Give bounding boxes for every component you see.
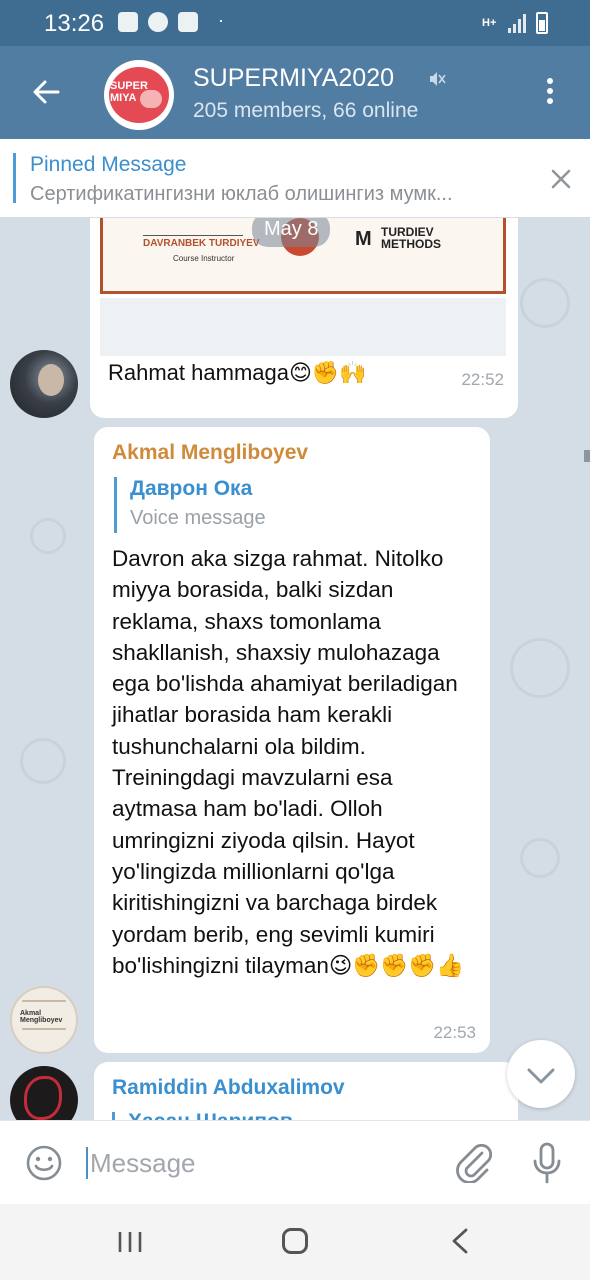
message-bubble[interactable]: Ramiddin Abduxalimov Хасан Шарипов — [94, 1062, 518, 1120]
home-button[interactable] — [282, 1228, 308, 1254]
more-options-button[interactable] — [540, 78, 560, 108]
voice-record-button[interactable] — [530, 1141, 564, 1185]
avatar[interactable] — [10, 350, 78, 418]
scrollbar[interactable] — [584, 450, 590, 462]
text-caret — [86, 1147, 88, 1179]
arrow-left-icon — [33, 80, 60, 104]
pinned-title: Pinned Message — [30, 153, 187, 176]
microphone-icon — [533, 1142, 561, 1184]
group-avatar[interactable]: SUPER MIYA — [104, 60, 174, 130]
paperclip-icon — [456, 1143, 493, 1184]
gallery-icon — [118, 12, 138, 32]
message-bubble[interactable]: DAVRANBEK TURDIYEV Course Instructor M T… — [90, 218, 518, 418]
close-icon[interactable] — [548, 166, 574, 192]
status-bar: 13:26 · H+ — [0, 0, 590, 46]
signature — [143, 218, 243, 236]
back-nav-button[interactable] — [448, 1226, 472, 1256]
reply-author[interactable]: Хасан Шарипов — [128, 1110, 293, 1120]
avatar[interactable]: Akmal Mengliboyev — [10, 986, 78, 1054]
system-icons: H+ — [482, 12, 548, 34]
message-time: 22:53 — [433, 1023, 476, 1042]
chat-title[interactable]: SUPERMIYA2020 — [193, 64, 394, 93]
more-notifications-dot: · — [218, 10, 224, 30]
certificate-role: Course Instructor — [173, 254, 235, 263]
media-icon — [178, 12, 198, 32]
muted-icon — [430, 72, 446, 86]
system-navigation-bar — [0, 1204, 590, 1280]
battery-icon — [536, 12, 548, 34]
brain-icon — [140, 90, 162, 108]
smiley-icon — [26, 1145, 62, 1181]
reply-accent-line — [114, 477, 117, 533]
pinned-text: Сертификатингизни юклаб олишингиз мумк..… — [30, 183, 453, 205]
reply-preview[interactable]: Voice message — [130, 507, 266, 530]
avatar-text: Akmal Mengliboyev — [20, 1010, 63, 1024]
certificate-signer: DAVRANBEK TURDIYEV — [143, 238, 260, 249]
message-composer — [0, 1120, 590, 1204]
pinned-accent-line — [13, 153, 16, 203]
message-text: Davron aka sizga rahmat. Nitolko miyya b… — [112, 546, 465, 978]
reply-author[interactable]: Даврон Ока — [130, 477, 252, 501]
notification-icons — [118, 12, 198, 32]
attach-button[interactable] — [454, 1141, 493, 1184]
message-time: 22:52 — [461, 370, 504, 389]
chat-header: SUPER MIYA SUPERMIYA2020 205 members, 66… — [0, 46, 590, 139]
sender-name[interactable]: Akmal Mengliboyev — [112, 441, 308, 465]
member-count: 205 members, 66 online — [193, 99, 419, 122]
back-button[interactable] — [30, 76, 62, 108]
image-caption-area — [100, 298, 506, 356]
logo-icon: M — [355, 228, 372, 250]
pinned-message-bar[interactable]: Pinned Message Сертификатингизни юклаб о… — [0, 139, 590, 218]
message-list[interactable]: DAVRANBEK TURDIYEV Course Instructor M T… — [0, 218, 590, 1120]
avatar-logo-text: SUPER MIYA — [110, 80, 148, 104]
date-badge: May 8 — [252, 218, 331, 247]
network-type: H+ — [482, 17, 497, 29]
certificate-logo: TURDIEV METHODS — [381, 225, 441, 251]
sender-name[interactable]: Ramiddin Abduxalimov — [112, 1076, 345, 1100]
signal-icon — [508, 13, 528, 33]
emoji-button[interactable] — [24, 1143, 64, 1183]
message-bubble[interactable]: Akmal Mengliboyev Даврон Ока Voice messa… — [94, 427, 490, 1053]
reply-accent-line — [112, 1112, 115, 1120]
status-time: 13:26 — [44, 10, 105, 37]
message-input[interactable] — [90, 1141, 430, 1185]
message-text: Rahmat hammaga😊✊🙌 — [108, 360, 367, 385]
recent-apps-button[interactable] — [116, 1230, 144, 1254]
tiktok-icon — [148, 12, 168, 32]
scroll-to-bottom-button[interactable] — [507, 1040, 575, 1108]
chevron-down-icon — [527, 1068, 555, 1084]
avatar[interactable] — [10, 1066, 78, 1120]
